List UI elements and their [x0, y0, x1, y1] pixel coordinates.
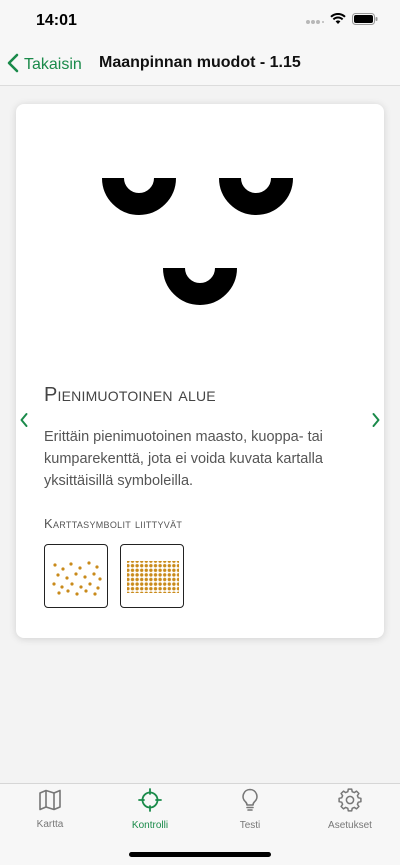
page-title: Maanpinnan muodot - 1.15 [99, 54, 301, 71]
tab-label: Kartta [36, 818, 64, 830]
status-icons [306, 12, 378, 30]
tab-label: Kontrolli [131, 819, 169, 831]
tab-kontrolli[interactable]: Kontrolli [100, 784, 200, 834]
related-symbol-sparse-dots[interactable] [44, 544, 108, 608]
back-label: Takaisin [24, 56, 82, 73]
chevron-left-icon [6, 53, 20, 78]
related-symbols-label: Karttasymbolit liittyvät [44, 516, 183, 531]
previous-symbol-button[interactable] [14, 410, 34, 434]
battery-icon [352, 12, 378, 30]
related-symbol-dense-dots[interactable] [120, 544, 184, 608]
status-time: 14:01 [36, 12, 77, 29]
lightbulb-icon [240, 788, 260, 817]
gear-icon [338, 787, 362, 817]
dense-dots-icon [127, 561, 179, 593]
tab-label: Asetukset [328, 819, 372, 831]
map-symbol-illustration [102, 177, 293, 305]
sparse-dots-icon [52, 561, 102, 596]
related-symbols [44, 544, 184, 608]
symbol-title: Pienimuotoinen alue [44, 384, 216, 406]
home-indicator [129, 852, 271, 857]
navigation-bar: Takaisin Maanpinnan muodot - 1.15 [0, 44, 400, 86]
content-area: Pienimuotoinen alue Erittäin pienimuotoi… [0, 86, 400, 783]
back-button[interactable]: Takaisin [6, 52, 82, 78]
symbol-card: Pienimuotoinen alue Erittäin pienimuotoi… [16, 104, 384, 638]
tab-label: Testi [239, 819, 261, 831]
wifi-icon [330, 12, 346, 30]
map-icon [38, 789, 62, 816]
tab-kartta[interactable]: Kartta [0, 784, 100, 834]
tab-asetukset[interactable]: Asetukset [300, 784, 400, 834]
crosshair-icon [138, 787, 162, 817]
tab-testi[interactable]: Testi [200, 784, 300, 834]
symbol-description: Erittäin pienimuotoinen maasto, kuoppa- … [44, 429, 323, 489]
status-bar: 14:01 [0, 0, 400, 44]
chevron-right-icon [371, 412, 381, 433]
chevron-left-icon [19, 412, 29, 433]
next-symbol-button[interactable] [366, 410, 386, 434]
cellular-signal-icon [306, 12, 324, 30]
